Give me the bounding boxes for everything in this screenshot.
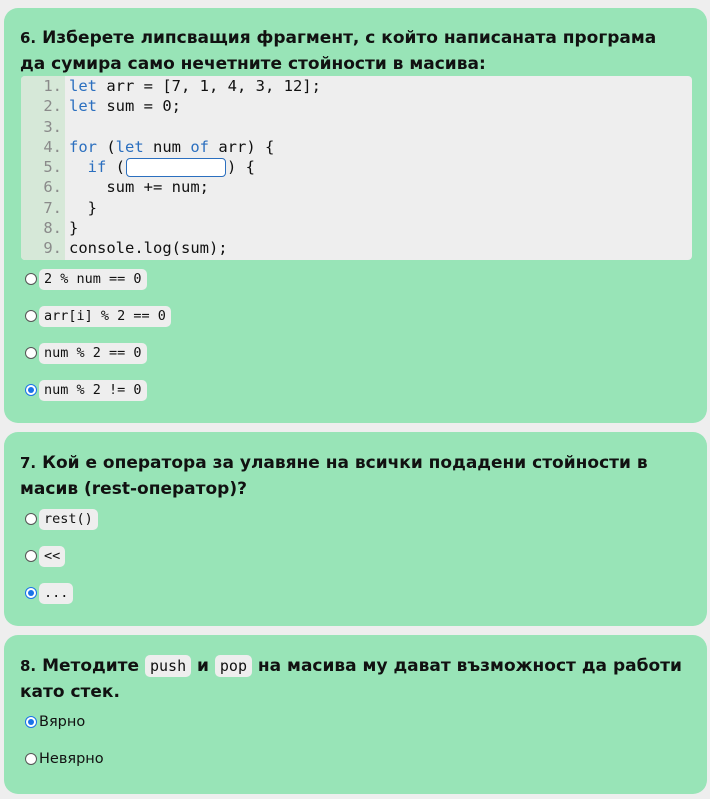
blank-input[interactable] <box>126 158 227 178</box>
radio-button[interactable] <box>25 587 37 599</box>
option-3[interactable]: ... <box>25 581 98 605</box>
question-8-text-2: и <box>197 656 209 676</box>
code-line: 2. let sum = 0; <box>21 96 692 117</box>
radio-button[interactable] <box>25 513 37 525</box>
option-label: Вярно <box>39 714 86 730</box>
line-number: 5. <box>21 157 65 178</box>
question-6-options: 2 % num == 0 arr[i] % 2 == 0 num % 2 == 0 n… <box>25 267 171 415</box>
code-line: 1. let arr = [7, 1, 4, 3, 12]; <box>21 76 692 97</box>
radio-button[interactable] <box>25 753 37 765</box>
option-label: num % 2 == 0 <box>39 342 147 364</box>
question-7-text: Кой е оператора за улавяне на всички под… <box>20 453 648 499</box>
code-text: } <box>65 218 78 238</box>
option-label: arr[i] % 2 == 0 <box>39 305 171 327</box>
code-line: 5. if ( ) { <box>21 157 692 178</box>
inline-code-push: push <box>145 655 192 677</box>
code-line: 4. for (let num of arr) { <box>21 136 692 158</box>
question-card-7: 7. Кой е оператора за улавяне на всички … <box>4 432 707 626</box>
option-1[interactable]: Вярно <box>25 710 104 734</box>
code-line: 7. } <box>21 197 692 219</box>
line-number: 3. <box>21 116 65 137</box>
option-label: << <box>39 545 66 567</box>
code-token: } <box>69 219 79 238</box>
code-token: ( <box>106 158 126 177</box>
radio-button[interactable] <box>25 384 37 396</box>
option-2[interactable]: Невярно <box>25 747 104 771</box>
question-6-text: Изберете липсващия фрагмент, с който нап… <box>20 28 657 74</box>
line-number: 6. <box>21 177 65 198</box>
option-4[interactable]: num % 2 != 0 <box>25 378 171 402</box>
code-token: sum += num; <box>69 178 209 197</box>
line-number: 9. <box>21 238 65 259</box>
option-2[interactable]: arr[i] % 2 == 0 <box>25 304 171 328</box>
question-8-text-1: Методите <box>42 656 140 676</box>
code-keyword: let <box>69 97 97 116</box>
code-block: 1. let arr = [7, 1, 4, 3, 12]; 2. let sum =… <box>21 76 692 260</box>
radio-button[interactable] <box>25 550 37 562</box>
radio-button[interactable] <box>25 347 37 359</box>
inline-code-pop: pop <box>214 655 252 677</box>
code-keyword: let <box>115 137 144 156</box>
option-1[interactable]: 2 % num == 0 <box>25 267 171 291</box>
question-6-number: 6. <box>20 29 37 47</box>
code-token: ( <box>97 137 116 156</box>
radio-button[interactable] <box>25 273 37 285</box>
code-text: sum += num; <box>65 177 209 197</box>
option-label: Невярно <box>39 751 104 767</box>
line-number: 1. <box>21 76 65 97</box>
question-7-options: rest() <<... <box>25 507 98 618</box>
code-token: console.log(sum); <box>69 239 228 258</box>
code-keyword: if <box>87 158 107 177</box>
code-line: 8.} <box>21 218 692 239</box>
code-line: 6. sum += num; <box>21 177 692 198</box>
code-token: } <box>69 198 97 217</box>
line-number: 4. <box>21 136 65 158</box>
code-text: } <box>65 198 97 218</box>
question-card-8: 8. Методите push и pop на масива му дава… <box>4 635 707 794</box>
option-1[interactable]: rest() <box>25 507 98 531</box>
code-line: 9. console.log(sum); <box>21 238 692 259</box>
question-8-options: Вярно Невярно <box>25 710 104 784</box>
radio-button[interactable] <box>25 310 37 322</box>
code-token: num <box>143 137 191 156</box>
question-8-number: 8. <box>20 657 37 675</box>
line-number: 7. <box>21 197 65 219</box>
code-text: console.log(sum); <box>65 238 228 258</box>
question-7-title: 7. Кой е оператора за улавяне на всички … <box>20 432 691 502</box>
option-3[interactable]: num % 2 == 0 <box>25 341 171 365</box>
option-label: ... <box>39 582 74 604</box>
option-label: 2 % num == 0 <box>39 268 147 290</box>
question-8-title: 8. Методите push и pop на масива му дава… <box>20 635 691 705</box>
code-text: for (let num of arr) { <box>65 137 274 157</box>
code-token: arr) { <box>209 137 275 156</box>
line-number: 8. <box>21 218 65 239</box>
option-2[interactable]: << <box>25 544 98 568</box>
code-token: arr = [7, 1, 4, 3, 12]; <box>97 77 321 95</box>
question-6-title: 6. Изберете липсващия фрагмент, с който … <box>20 8 691 77</box>
radio-button[interactable] <box>25 716 37 728</box>
code-token: sum = 0; <box>97 97 181 116</box>
option-label: num % 2 != 0 <box>39 379 147 401</box>
code-text: if ( ) { <box>65 157 256 178</box>
code-keyword: let <box>69 77 97 95</box>
code-keyword: for <box>69 137 97 156</box>
code-line: 3. <box>21 116 692 137</box>
code-text: let arr = [7, 1, 4, 3, 12]; <box>65 76 321 96</box>
question-card-6: 6. Изберете липсващия фрагмент, с който … <box>4 8 707 423</box>
option-label: rest() <box>39 508 98 530</box>
code-text: let sum = 0; <box>65 96 181 116</box>
question-7-number: 7. <box>20 454 37 472</box>
line-number: 2. <box>21 96 65 117</box>
code-token: ) { <box>227 158 256 177</box>
code-keyword: of <box>190 137 210 156</box>
